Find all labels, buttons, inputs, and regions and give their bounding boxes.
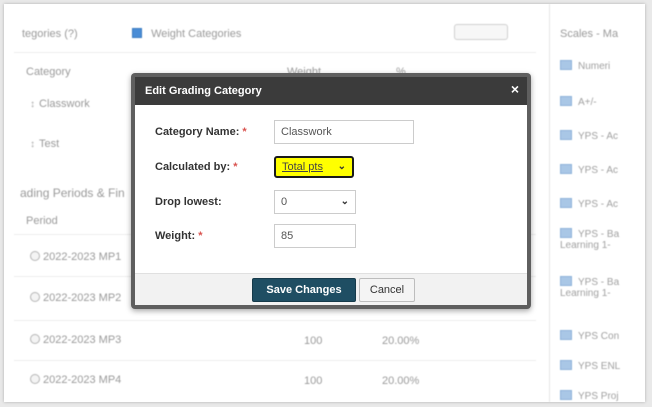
grading-periods-heading: ading Periods & Fin xyxy=(20,186,125,200)
drag-handle-icon[interactable]: ↕ xyxy=(30,99,36,110)
category-row[interactable]: ↕ Classwork xyxy=(30,98,90,110)
period-percent: 20.00% xyxy=(382,375,420,387)
dialog-title: Edit Grading Category xyxy=(145,85,262,97)
weight-categories-label: Weight Categories xyxy=(151,28,242,40)
scale-item[interactable]: YPS Con xyxy=(560,330,619,342)
dialog-body: Edit Grading Category × Category Name: *… xyxy=(135,77,527,305)
scale-icon xyxy=(560,130,572,140)
required-marker: * xyxy=(242,126,247,138)
scales-heading: Scales - Ma xyxy=(560,28,619,40)
scale-item[interactable]: YPS - Ba Learning 1- xyxy=(560,228,644,251)
period-row[interactable]: 2022-2023 MP2 xyxy=(30,292,121,304)
divider xyxy=(14,52,536,53)
period-percent: 20.00% xyxy=(382,335,420,347)
scale-item[interactable]: YPS - Ac xyxy=(560,130,618,142)
period-name: 2022-2023 MP4 xyxy=(43,374,122,386)
scales-panel: Scales - Ma Numeri A+/- YPS - Ac YPS - A… xyxy=(549,4,645,402)
period-row[interactable]: 2022-2023 MP4 xyxy=(30,374,121,386)
categories-heading: tegories (?) xyxy=(22,28,78,40)
scale-item[interactable]: YPS - Ba Learning 1- xyxy=(560,276,644,299)
scale-icon xyxy=(560,198,572,208)
scale-icon xyxy=(560,390,572,400)
period-weight: 100 xyxy=(304,335,323,347)
save-changes-button[interactable]: Save Changes xyxy=(252,278,356,302)
scale-icon xyxy=(560,360,572,370)
period-radio[interactable] xyxy=(30,251,40,261)
period-row[interactable]: 2022-2023 MP3 xyxy=(30,334,121,346)
app-frame: tegories (?) Weight Categories Category … xyxy=(4,4,645,402)
required-marker: * xyxy=(233,161,238,173)
category-column-header: Category xyxy=(26,66,71,78)
calculated-by-value: Total pts xyxy=(282,161,323,173)
period-radio[interactable] xyxy=(30,374,40,384)
scale-icon xyxy=(560,164,572,174)
scale-item[interactable]: YPS - Ac xyxy=(560,164,618,176)
scale-icon xyxy=(560,228,572,238)
category-row-name: Classwork xyxy=(39,98,90,110)
period-column-header: Period xyxy=(26,215,58,227)
weight-categories-checkbox[interactable] xyxy=(132,28,142,38)
category-name-input[interactable] xyxy=(274,120,414,144)
period-name: 2022-2023 MP1 xyxy=(43,251,122,263)
scale-item[interactable]: Numeri xyxy=(560,60,610,72)
required-marker: * xyxy=(198,230,203,242)
scale-icon xyxy=(560,96,572,106)
divider xyxy=(14,360,536,361)
drop-lowest-value: 0 xyxy=(281,196,288,208)
period-name: 2022-2023 MP2 xyxy=(43,292,122,304)
drop-lowest-select[interactable]: 0 ⌄ xyxy=(274,190,356,214)
chevron-down-icon: ⌄ xyxy=(340,196,349,207)
category-row[interactable]: ↕ Test xyxy=(30,138,59,150)
scale-item[interactable]: YPS ENL xyxy=(560,360,620,372)
scale-icon xyxy=(560,330,572,340)
weight-categories-toggle[interactable]: Weight Categories xyxy=(132,28,241,40)
drag-handle-icon[interactable]: ↕ xyxy=(30,139,36,150)
divider xyxy=(14,320,536,321)
drop-lowest-label: Drop lowest: xyxy=(155,196,222,208)
scale-item[interactable]: A+/- xyxy=(560,96,597,108)
calculated-by-label: Calculated by: * xyxy=(155,161,238,173)
category-row-name: Test xyxy=(39,138,60,150)
top-action-button[interactable] xyxy=(454,24,508,40)
calculated-by-select[interactable]: Total pts ⌄ xyxy=(274,156,354,178)
period-radio[interactable] xyxy=(30,292,40,302)
scale-icon xyxy=(560,276,572,286)
chevron-down-icon: ⌄ xyxy=(337,161,346,172)
weight-label: Weight: * xyxy=(155,230,203,242)
period-weight: 100 xyxy=(304,375,323,387)
category-name-label: Category Name: * xyxy=(155,126,247,138)
dialog-header: Edit Grading Category × xyxy=(135,77,527,105)
cancel-button[interactable]: Cancel xyxy=(359,278,415,302)
weight-input[interactable] xyxy=(274,224,356,248)
scale-icon xyxy=(560,60,572,70)
period-name: 2022-2023 MP3 xyxy=(43,334,122,346)
edit-grading-category-dialog: Edit Grading Category × Category Name: *… xyxy=(131,73,531,309)
period-radio[interactable] xyxy=(30,334,40,344)
scale-item[interactable]: YPS Proj xyxy=(560,390,619,402)
scale-item[interactable]: YPS - Ac xyxy=(560,198,618,210)
close-icon[interactable]: × xyxy=(511,82,519,96)
period-row[interactable]: 2022-2023 MP1 xyxy=(30,251,121,263)
